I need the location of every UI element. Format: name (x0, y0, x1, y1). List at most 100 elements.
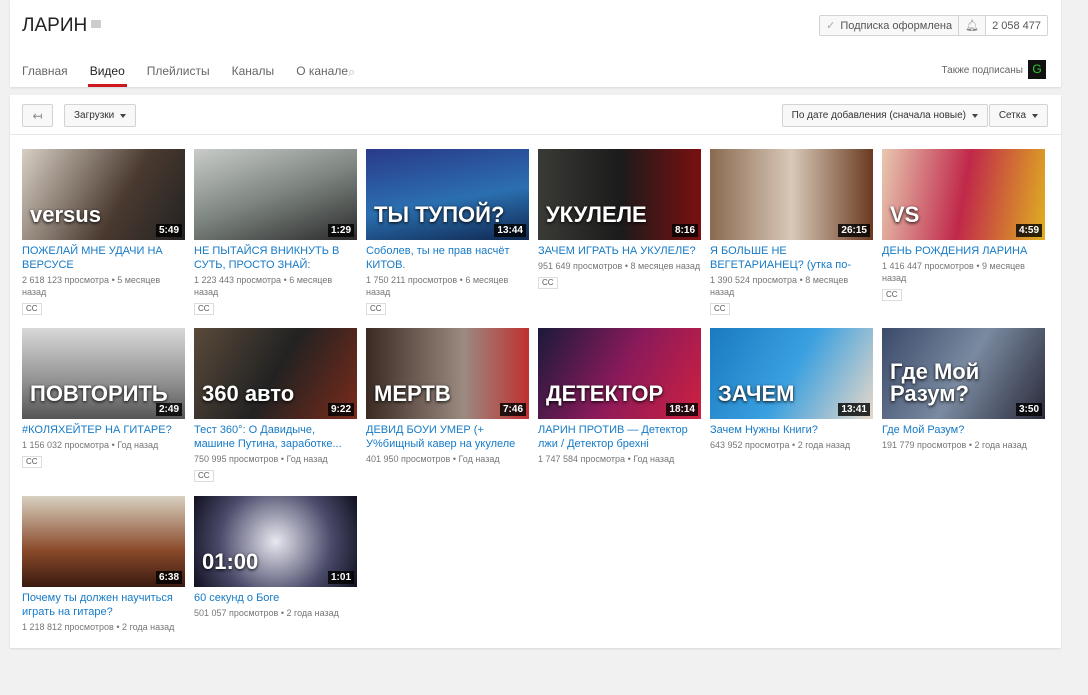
video-card: versus 5:49 ПОЖЕЛАЙ МНЕ УДАЧИ НА ВЕРСУСЕ… (22, 149, 185, 316)
video-row: 6:38 Почему ты должен научиться играть н… (22, 496, 1052, 636)
video-duration: 2:49 (155, 403, 182, 416)
caret-down-icon (1032, 113, 1038, 118)
also-subscribed-label: Также подписаны (941, 65, 1024, 76)
video-thumbnail[interactable]: ПОВТОРИТЬ 2:49 (22, 328, 185, 419)
video-title-link[interactable]: Тест 360°: О Давидыче, машине Путина, за… (194, 423, 357, 451)
cc-badge: CC (22, 456, 42, 468)
tab-home[interactable]: Главная (22, 64, 68, 87)
back-button[interactable]: ↤ (22, 104, 53, 127)
video-thumbnail[interactable]: МЕРТВ 7:46 (366, 328, 529, 419)
videos-toolbar: ↤ Загрузки По дате добавления (сначала н… (10, 95, 1061, 135)
view-count: 1 390 524 просмотра (710, 275, 798, 285)
tab-channels[interactable]: Каналы (232, 64, 275, 87)
cc-badge: CC (366, 303, 386, 315)
video-row: versus 5:49 ПОЖЕЛАЙ МНЕ УДАЧИ НА ВЕРСУСЕ… (22, 149, 1052, 328)
video-title-link[interactable]: Почему ты должен научиться играть на гит… (22, 591, 185, 619)
video-thumbnail[interactable]: VS 4:59 (882, 149, 1045, 240)
view-count: 1 218 812 просмотров (22, 622, 114, 632)
view-count: 643 952 просмотра (710, 440, 790, 450)
video-title-link[interactable]: Зачем Нужны Книги? (710, 423, 873, 437)
video-title-link[interactable]: Соболев, ты не прав насчёт КИТОВ. (366, 244, 529, 272)
video-thumbnail[interactable]: ЗАЧЕМ 13:41 (710, 328, 873, 419)
video-duration: 3:50 (1015, 403, 1042, 416)
video-card: 01:00 1:01 60 секунд о Боге 501 057 прос… (194, 496, 357, 619)
video-meta: 401 950 просмотровГод назад (366, 453, 529, 465)
video-title-link[interactable]: Где Мой Разум? (882, 423, 1045, 437)
view-count: 1 156 032 просмотра (22, 440, 110, 450)
notification-bell-button[interactable]: 🔔︎ (959, 16, 987, 35)
video-thumbnail[interactable]: ДЕТЕКТОР 18:14 (538, 328, 701, 419)
cc-badge: CC (538, 277, 558, 289)
video-duration: 4:59 (1015, 224, 1042, 237)
video-duration: 8:16 (671, 224, 698, 237)
video-title-link[interactable]: ЛАРИН ПРОТИВ — Детектор лжи / Детектор б… (538, 423, 701, 451)
video-meta: 750 995 просмотровГод назад (194, 453, 357, 465)
bell-icon: 🔔︎ (965, 20, 980, 32)
video-card: УКУЛЕЛЕ 8:16 ЗАЧЕМ ИГРАТЬ НА УКУЛЕЛЕ? 95… (538, 149, 701, 290)
video-thumbnail[interactable]: 1:29 (194, 149, 357, 240)
video-thumbnail[interactable]: Где Мой Разум? 3:50 (882, 328, 1045, 419)
video-duration: 5:49 (155, 224, 182, 237)
video-thumbnail[interactable]: 6:38 (22, 496, 185, 587)
video-thumbnail[interactable]: 360 авто 9:22 (194, 328, 357, 419)
video-duration: 9:22 (327, 403, 354, 416)
upload-date: Год назад (109, 440, 158, 450)
view-count: 501 057 просмотров (194, 608, 279, 618)
subscribe-widget: ✓ Подписка оформлена 🔔︎ 2 058 477 (819, 15, 1048, 36)
tab-playlists[interactable]: Плейлисты (147, 64, 210, 87)
video-duration: 1:29 (327, 224, 354, 237)
video-duration: 7:46 (499, 403, 526, 416)
video-title-link[interactable]: ДЕВИД БОУИ УМЕР (+ У%бищный кавер на уку… (366, 423, 529, 451)
video-title-link[interactable]: НЕ ПЫТАЙСЯ ВНИКНУТЬ В СУТЬ, ПРОСТО ЗНАЙ: (194, 244, 357, 272)
view-count: 191 779 просмотров (882, 440, 967, 450)
video-thumbnail[interactable]: ТЫ ТУПОЙ? 13:44 (366, 149, 529, 240)
thumbnail-text: ТЫ ТУПОЙ? (374, 202, 505, 227)
video-meta: 1 750 211 просмотров6 месяцев назад (366, 274, 529, 298)
video-meta: 1 390 524 просмотра8 месяцев назад (710, 274, 873, 298)
video-meta: 643 952 просмотра2 года назад (710, 439, 873, 451)
related-channel-avatar[interactable]: G (1028, 60, 1046, 79)
video-meta: 1 156 032 просмотраГод назад (22, 439, 185, 451)
cc-badge: CC (194, 303, 214, 315)
thumbnail-text: VS (890, 202, 920, 227)
view-dropdown[interactable]: Сетка (988, 104, 1048, 127)
video-thumbnail[interactable]: 01:00 1:01 (194, 496, 357, 587)
video-meta: 191 779 просмотров2 года назад (882, 439, 1045, 451)
upload-date: 2 года назад (790, 440, 851, 450)
upload-date: Год назад (625, 454, 674, 464)
video-title-link[interactable]: Я БОЛЬШЕ НЕ ВЕГЕТАРИАНЕЦ? (утка по-пекин… (710, 244, 873, 272)
video-card: ТЫ ТУПОЙ? 13:44 Соболев, ты не прав насч… (366, 149, 529, 316)
video-card: 26:15 Я БОЛЬШЕ НЕ ВЕГЕТАРИАНЕЦ? (утка по… (710, 149, 873, 316)
thumbnail-text: versus (30, 202, 101, 227)
video-meta: 1 218 812 просмотров2 года назад (22, 621, 185, 633)
video-thumbnail[interactable]: versus 5:49 (22, 149, 185, 240)
search-icon[interactable]: ⌕ (348, 64, 355, 80)
video-duration: 6:38 (155, 571, 182, 584)
video-title-link[interactable]: ДЕНЬ РОЖДЕНИЯ ЛАРИНА (882, 244, 1045, 258)
uploads-dropdown[interactable]: Загрузки (64, 104, 137, 127)
video-title-link[interactable]: #КОЛЯХЕЙТЕР НА ГИТАРЕ? (22, 423, 185, 437)
subscribed-button[interactable]: ✓ Подписка оформлена (820, 16, 960, 35)
video-title-link[interactable]: 60 секунд о Боге (194, 591, 357, 605)
tab-about[interactable]: О канале (296, 64, 348, 87)
video-meta: 2 618 123 просмотра5 месяцев назад (22, 274, 185, 298)
sort-dropdown[interactable]: По дате добавления (сначала новые) (781, 104, 988, 127)
channel-tabs: Главная Видео Плейлисты Каналы О канале (22, 64, 370, 87)
caret-down-icon (972, 113, 978, 118)
video-card: 1:29 НЕ ПЫТАЙСЯ ВНИКНУТЬ В СУТЬ, ПРОСТО … (194, 149, 357, 316)
thumbnail-text: Где Мой Разум? (890, 359, 980, 406)
video-thumbnail[interactable]: 26:15 (710, 149, 873, 240)
video-title-link[interactable]: ПОЖЕЛАЙ МНЕ УДАЧИ НА ВЕРСУСЕ (22, 244, 185, 272)
back-arrow-icon: ↤ (32, 108, 43, 123)
thumbnail-text: ПОВТОРИТЬ (30, 381, 168, 406)
channel-title: ЛАРИН (22, 15, 102, 37)
video-meta: 1 416 447 просмотров9 месяцев назад (882, 260, 1045, 284)
video-thumbnail[interactable]: УКУЛЕЛЕ 8:16 (538, 149, 701, 240)
verified-icon (91, 20, 102, 28)
view-count: 1 750 211 просмотров (366, 275, 458, 285)
video-card: VS 4:59 ДЕНЬ РОЖДЕНИЯ ЛАРИНА 1 416 447 п… (882, 149, 1045, 302)
upload-date: 2 года назад (114, 622, 175, 632)
video-title-link[interactable]: ЗАЧЕМ ИГРАТЬ НА УКУЛЕЛЕ? (538, 244, 701, 258)
tab-videos[interactable]: Видео (87, 64, 127, 87)
subscriber-count: 2 058 477 (986, 16, 1047, 35)
